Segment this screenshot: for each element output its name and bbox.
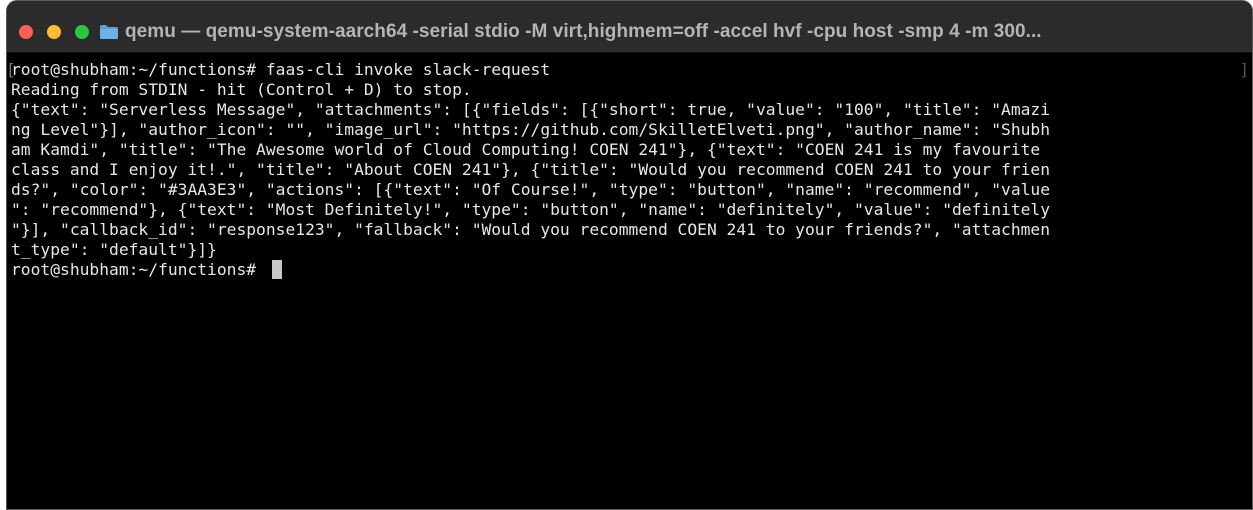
terminal-line: "}], "callback_id": "response123", "fall… bbox=[11, 220, 1051, 239]
left-scroll-bracket: [ bbox=[6, 60, 16, 79]
terminal-line: {"text": "Serverless Message", "attachme… bbox=[11, 100, 1051, 119]
window-title: qemu — qemu-system-aarch64 -serial stdio… bbox=[125, 21, 1042, 42]
terminal-line: root@shubham:~/functions# faas-cli invok… bbox=[11, 60, 551, 79]
shell-prompt: root@shubham:~/functions# bbox=[11, 260, 266, 279]
right-scroll-bracket: ] bbox=[1239, 60, 1249, 79]
terminal-line: t_type": "default"}]} bbox=[11, 240, 217, 259]
folder-icon bbox=[100, 25, 118, 39]
minimize-window-button[interactable] bbox=[47, 25, 61, 39]
terminal-line: am Kamdi", "title": "The Awesome world o… bbox=[11, 140, 1041, 159]
terminal-output[interactable]: root@shubham:~/functions# faas-cli invok… bbox=[7, 53, 1252, 509]
terminal-window: qemu — qemu-system-aarch64 -serial stdio… bbox=[6, 0, 1253, 510]
terminal-line: class and I enjoy it!.", "title": "About… bbox=[11, 160, 1051, 179]
terminal-line: Reading from STDIN - hit (Control + D) t… bbox=[11, 80, 472, 99]
maximize-window-button[interactable] bbox=[75, 25, 89, 39]
terminal-line: ng Level"}], "author_icon": "", "image_u… bbox=[11, 120, 1051, 139]
close-window-button[interactable] bbox=[19, 25, 33, 39]
terminal-prompt-line: root@shubham:~/functions# bbox=[11, 260, 1252, 280]
terminal-line: ds?", "color": "#3AA3E3", "actions": [{"… bbox=[11, 180, 1051, 199]
text-cursor bbox=[271, 260, 282, 279]
title-bar[interactable]: qemu — qemu-system-aarch64 -serial stdio… bbox=[7, 1, 1252, 53]
terminal-line: ": "recommend"}, {"text": "Most Definite… bbox=[11, 200, 1051, 219]
